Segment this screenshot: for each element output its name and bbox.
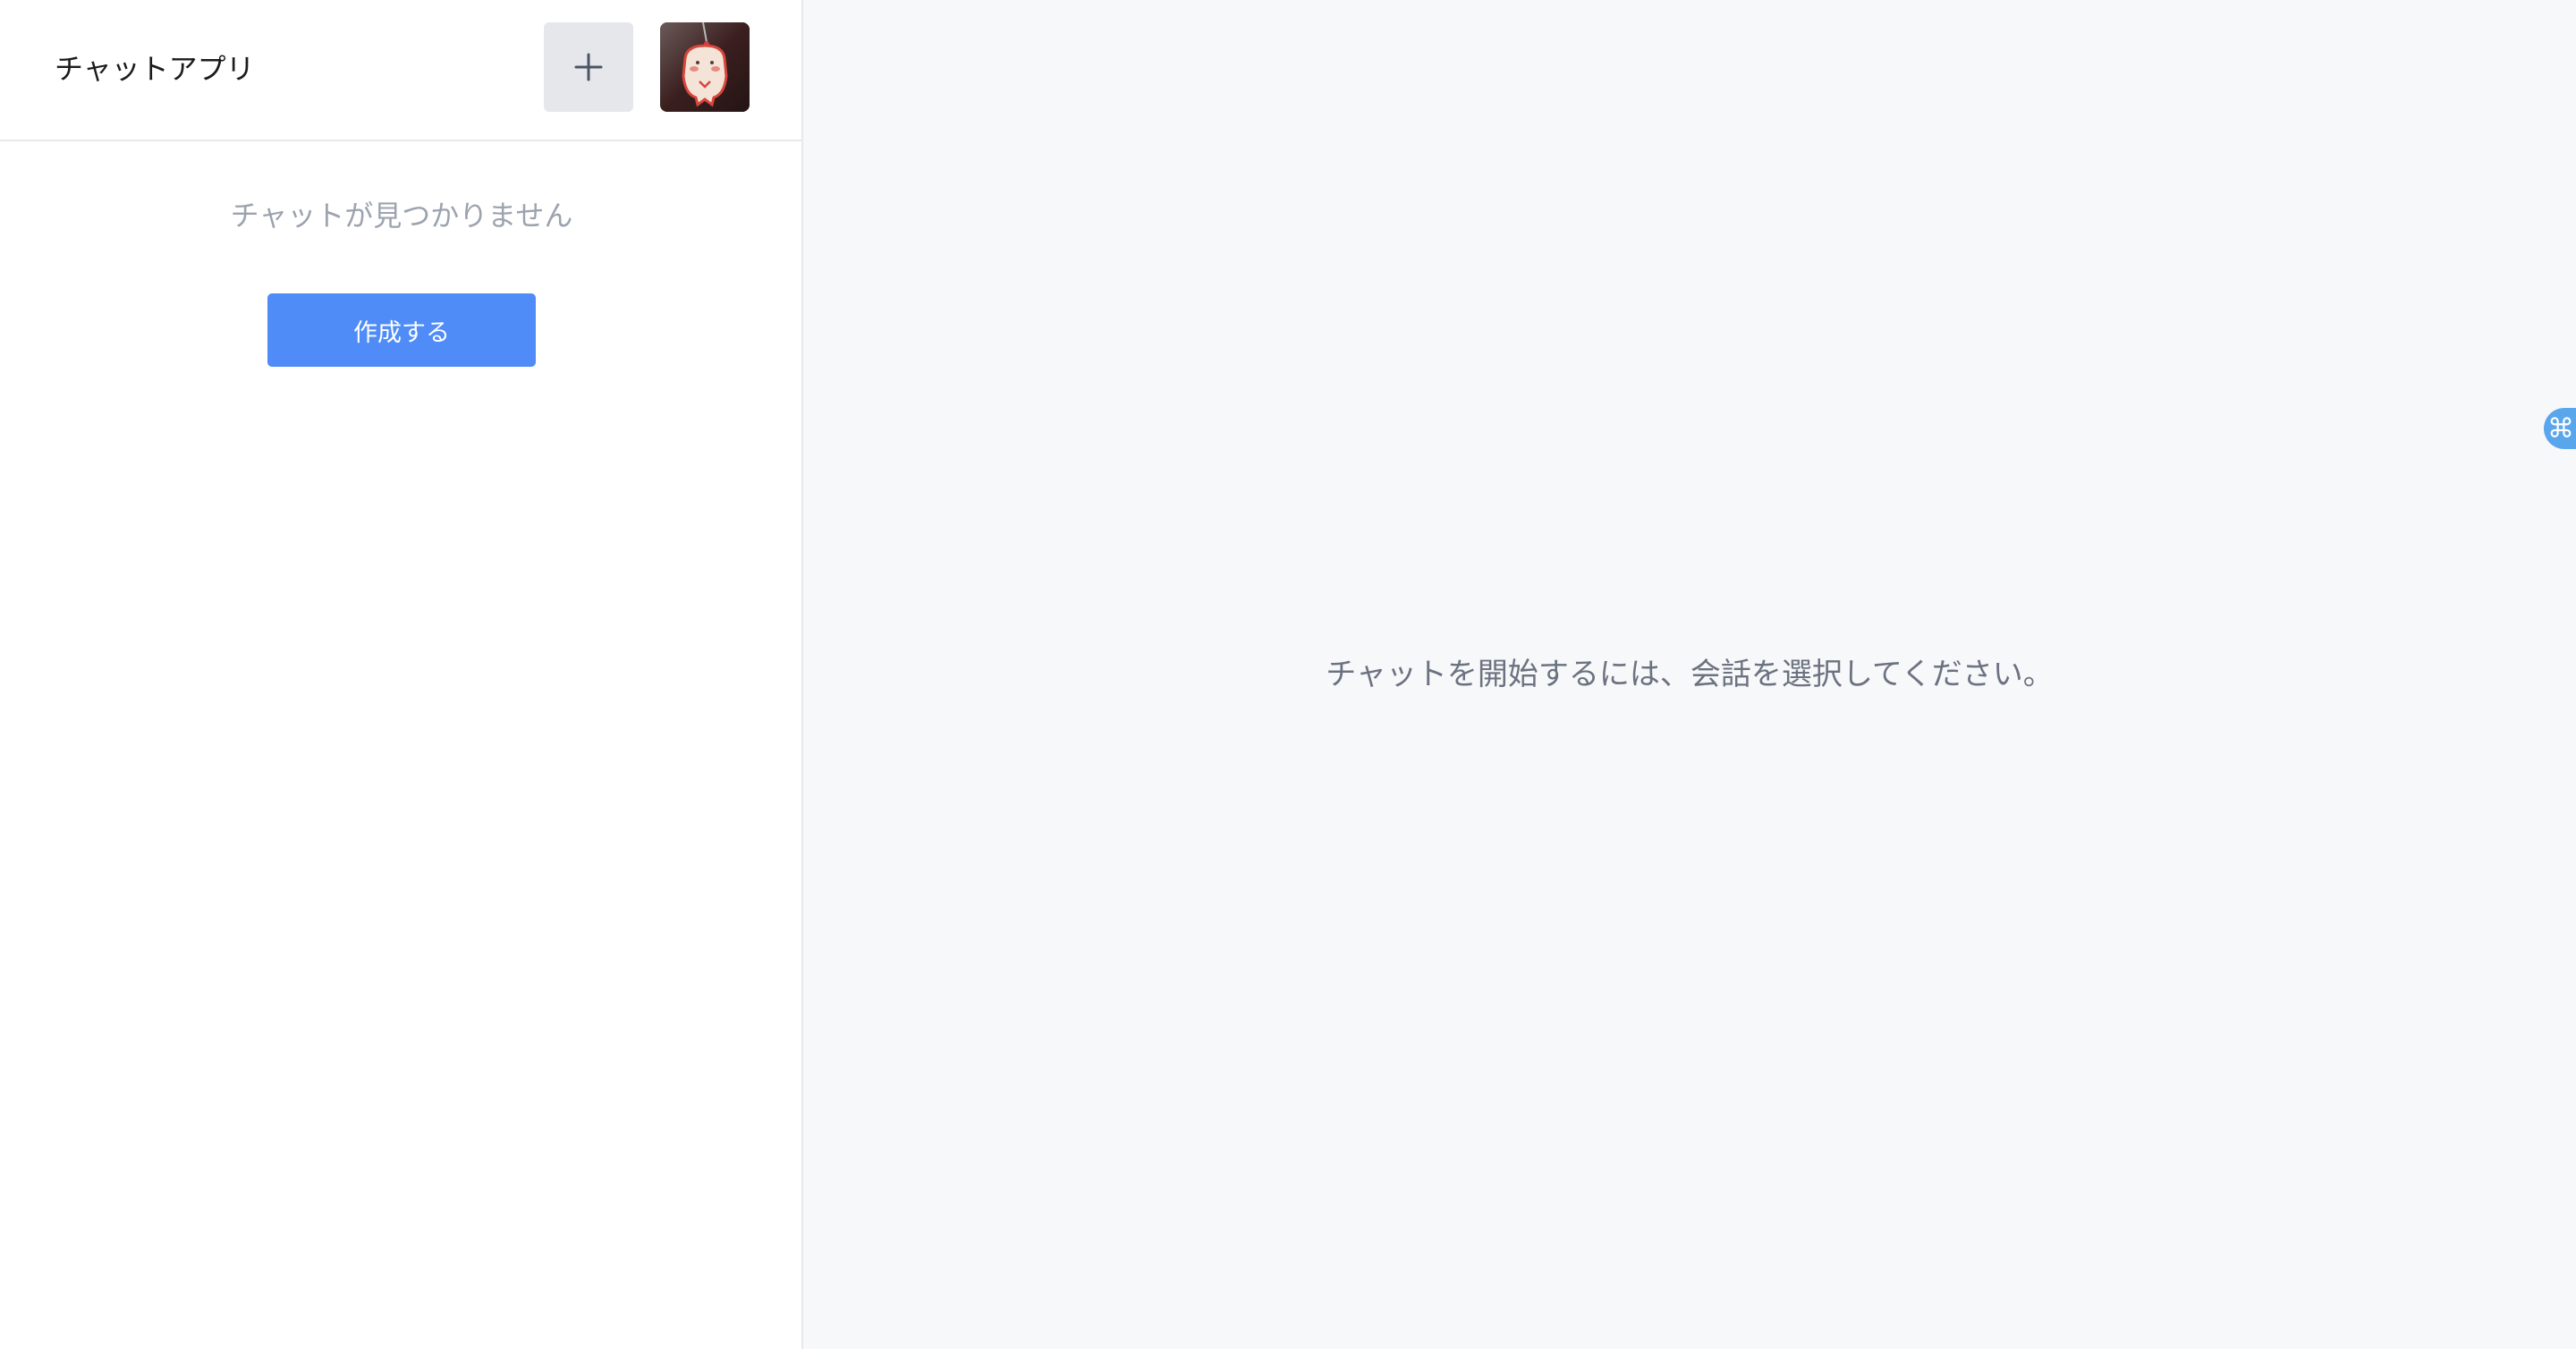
no-conversation-placeholder: チャットを開始するには、会話を選択してください。	[1326, 657, 2054, 692]
avatar[interactable]	[660, 22, 750, 112]
empty-chat-list-message: チャットが見つかりません	[230, 199, 573, 233]
chat-main-panel: チャットを開始するには、会話を選択してください。 ⌘	[803, 0, 2576, 1349]
sidebar-header: チャットアプリ	[0, 0, 801, 141]
plus-icon	[574, 53, 603, 81]
command-key-icon[interactable]: ⌘	[2544, 408, 2576, 449]
user-avatar-photo	[660, 22, 750, 112]
app-title: チャットアプリ	[55, 52, 255, 86]
new-chat-button[interactable]	[544, 22, 633, 112]
create-chat-button[interactable]: 作成する	[267, 293, 536, 367]
sidebar: チャットアプリ チャットが見つかりません 作成する	[0, 0, 803, 1349]
shortcut-glyph: ⌘	[2547, 412, 2574, 445]
chat-app: チャットアプリ チャットが見つかりません 作成する チャットを開始するには、会話…	[0, 0, 2576, 1349]
